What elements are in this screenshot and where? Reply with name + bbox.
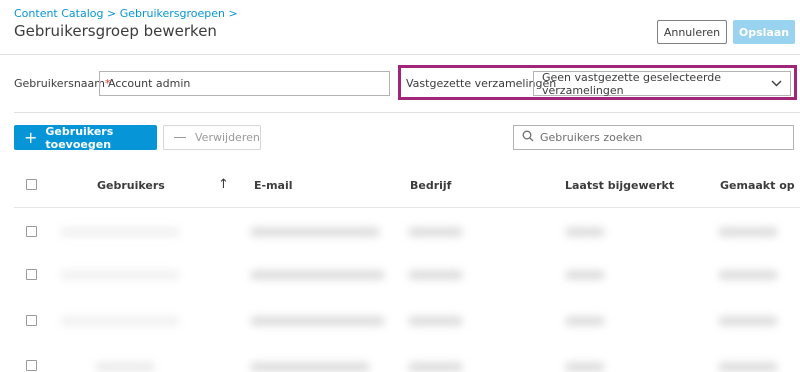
blurred-cell bbox=[60, 270, 180, 280]
chevron-down-icon bbox=[771, 77, 782, 90]
column-header-company[interactable]: Bedrijf bbox=[410, 179, 451, 192]
blurred-cell bbox=[565, 316, 605, 326]
blurred-cell bbox=[408, 227, 463, 237]
column-header-created-on[interactable]: Gemaakt op bbox=[720, 179, 795, 192]
column-header-users[interactable]: Gebruikers bbox=[97, 179, 165, 192]
column-header-email[interactable]: E-mail bbox=[254, 179, 293, 192]
table-header-divider bbox=[14, 207, 800, 208]
pinned-collections-value: Geen vastgezette geselecteerde verzameli… bbox=[542, 70, 722, 97]
blurred-cell bbox=[60, 316, 180, 326]
add-users-label: Gebruikers toevoegen bbox=[45, 124, 114, 151]
row-checkbox[interactable] bbox=[26, 360, 37, 371]
blurred-cell bbox=[408, 316, 463, 326]
cancel-button[interactable]: Annuleren bbox=[657, 20, 727, 44]
username-label: Gebruikersnaam* bbox=[14, 77, 111, 90]
add-users-button[interactable]: + Gebruikers toevoegen bbox=[14, 124, 157, 151]
row-checkbox[interactable] bbox=[26, 226, 37, 237]
blurred-cell bbox=[60, 227, 180, 237]
row-checkbox[interactable] bbox=[26, 269, 37, 280]
blurred-cell bbox=[408, 270, 463, 280]
breadcrumb: Content Catalog > Gebruikersgroepen > bbox=[14, 7, 238, 20]
username-label-text: Gebruikersnaam bbox=[14, 77, 105, 90]
remove-label: Verwijderen bbox=[195, 131, 260, 144]
blurred-cell bbox=[718, 316, 778, 326]
row-checkbox[interactable] bbox=[26, 315, 37, 326]
blurred-cell bbox=[250, 270, 385, 280]
column-header-last-updated[interactable]: Laatst bijgewerkt bbox=[565, 179, 674, 192]
sort-up-arrow-icon[interactable]: ↑ bbox=[218, 177, 229, 192]
search-icon bbox=[522, 130, 540, 145]
form-divider bbox=[14, 112, 800, 113]
blurred-cell bbox=[718, 270, 778, 280]
pinned-collections-select[interactable]: Geen vastgezette geselecteerde verzameli… bbox=[533, 70, 791, 97]
breadcrumb-separator: > bbox=[103, 7, 120, 20]
breadcrumb-user-groups[interactable]: Gebruikersgroepen bbox=[120, 7, 225, 20]
search-users-input[interactable]: Gebruikers zoeken bbox=[513, 125, 794, 150]
remove-button[interactable]: Verwijderen bbox=[163, 125, 261, 150]
blurred-cell bbox=[250, 227, 380, 237]
username-input-value: Account admin bbox=[108, 77, 191, 90]
select-all-checkbox[interactable] bbox=[26, 179, 37, 190]
search-placeholder: Gebruikers zoeken bbox=[540, 131, 643, 144]
breadcrumb-content-catalog[interactable]: Content Catalog bbox=[14, 7, 104, 20]
page-title: Gebruikersgroep bewerken bbox=[14, 22, 217, 40]
blurred-cell bbox=[565, 227, 605, 237]
username-input[interactable]: Account admin bbox=[99, 71, 390, 96]
blurred-cell bbox=[250, 316, 385, 326]
header-divider bbox=[0, 54, 800, 55]
plus-icon: + bbox=[24, 128, 38, 147]
save-button[interactable]: Opslaan bbox=[733, 20, 795, 44]
minus-icon bbox=[174, 137, 186, 138]
blurred-cell bbox=[565, 270, 605, 280]
blurred-cell bbox=[718, 227, 778, 237]
breadcrumb-separator: > bbox=[225, 7, 238, 20]
